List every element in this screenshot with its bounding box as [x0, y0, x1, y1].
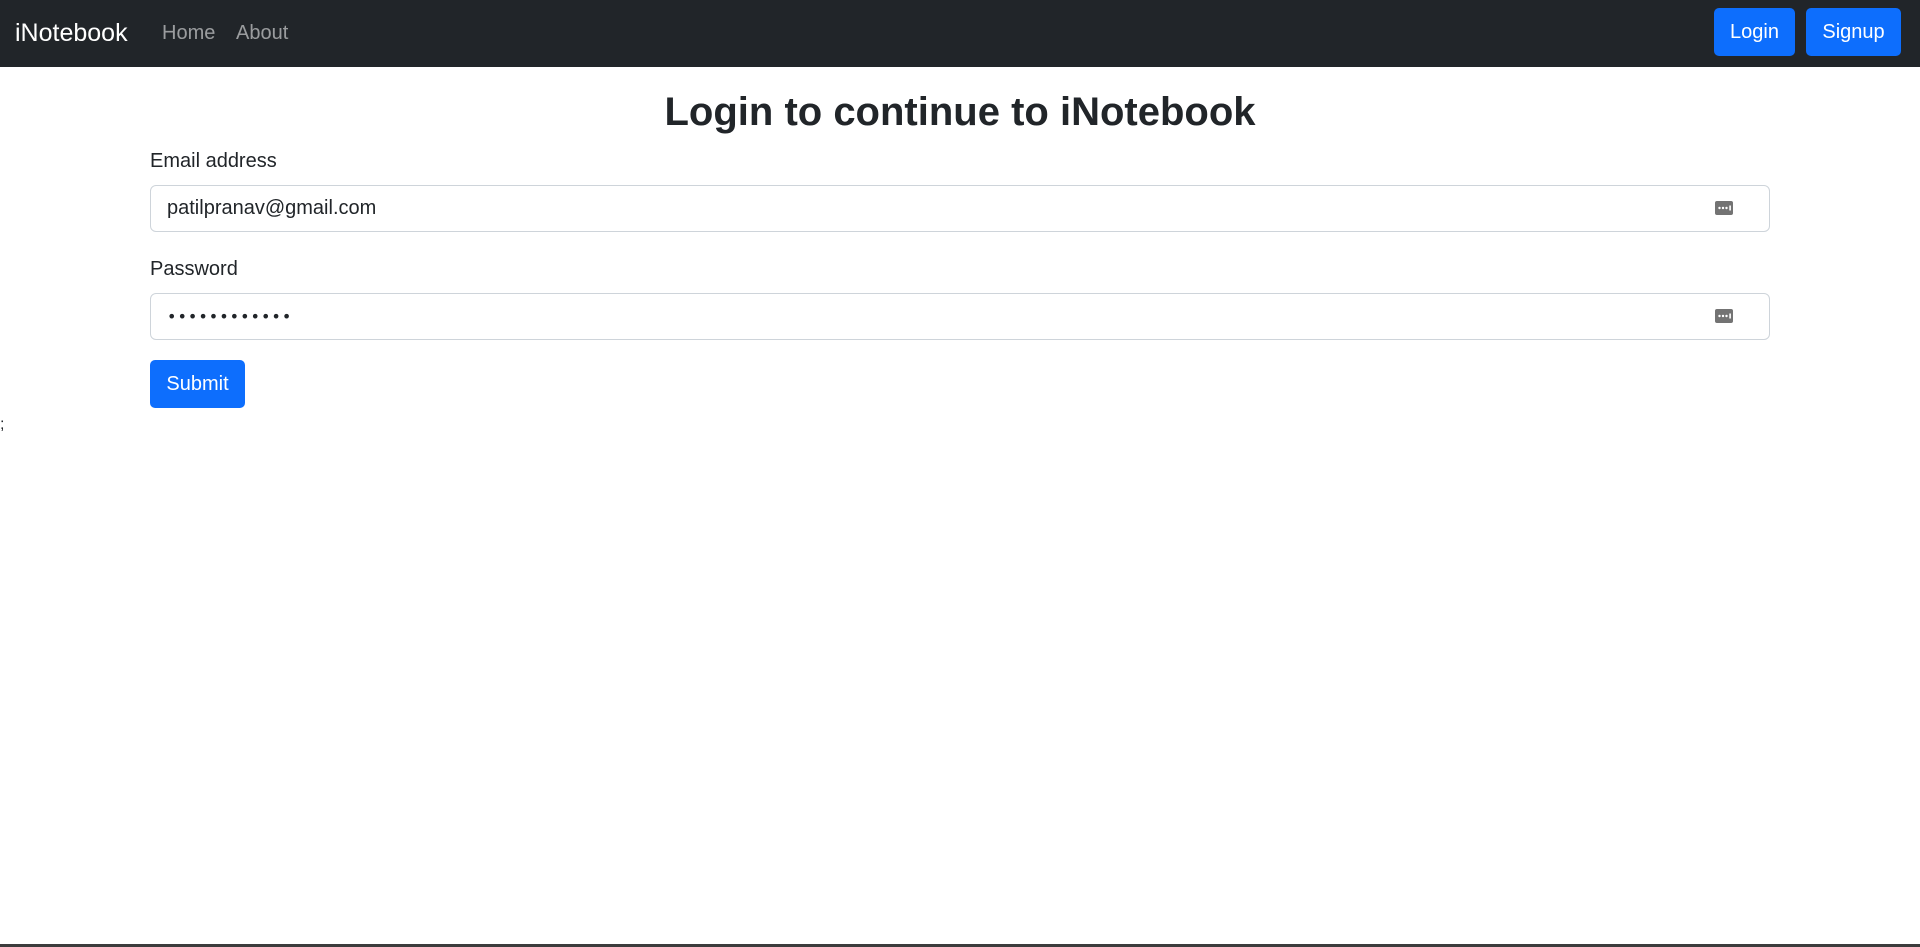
password-manager-key-icon[interactable] [1714, 307, 1734, 325]
brand-link[interactable]: iNotebook [15, 17, 128, 49]
email-label: Email address [150, 150, 277, 172]
login-button[interactable]: Login [1714, 8, 1795, 56]
nav-link-about[interactable]: About [236, 21, 288, 45]
password-label: Password [150, 258, 238, 280]
signup-button[interactable]: Signup [1806, 8, 1901, 56]
submit-button[interactable]: Submit [150, 360, 245, 408]
page-title: Login to continue to iNotebook [664, 90, 1256, 134]
password-field[interactable] [151, 294, 1769, 339]
nav-link-home[interactable]: Home [162, 21, 215, 45]
stray-text: ; [0, 416, 5, 433]
password-field-wrapper [150, 293, 1770, 340]
password-manager-key-icon[interactable] [1714, 199, 1734, 217]
email-field-wrapper [150, 185, 1770, 232]
navbar: iNotebook Home About Login Signup [0, 0, 1920, 67]
email-field[interactable] [151, 186, 1769, 231]
